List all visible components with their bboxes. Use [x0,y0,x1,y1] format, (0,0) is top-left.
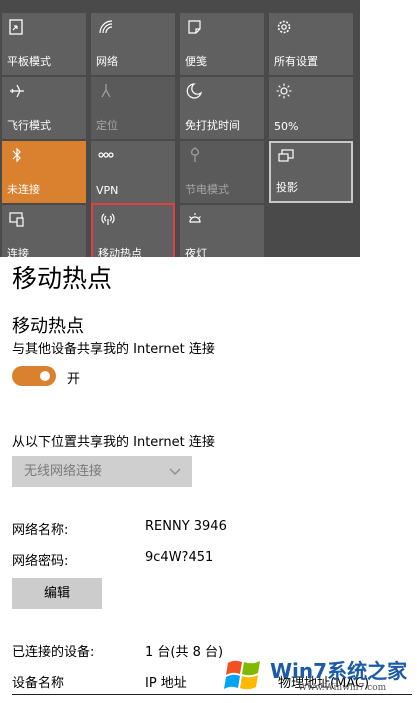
moon-icon [186,83,203,99]
quick-action-connect[interactable]: 连接 [2,205,86,257]
share-description: 与其他设备共享我的 Internet 连接 [12,342,215,357]
watermark-url: Www.Winwin7.com [298,683,387,693]
project-icon [278,149,294,162]
battery-saver-icon [191,147,199,162]
brightness-icon [276,83,292,99]
windows-logo-icon [224,660,260,690]
location-icon [101,84,111,98]
quick-action-battery-saver[interactable]: 节电模式 [180,141,264,203]
network-name-label: 网络名称: [12,523,69,538]
section-title: 移动热点 [12,316,84,337]
connect-icon [9,212,24,227]
quick-action-vpn[interactable]: VPN [91,141,175,203]
quick-action-note[interactable]: 便笺 [180,13,264,75]
hotspot-toggle[interactable] [12,366,56,386]
tablet-mode-icon [9,19,23,35]
action-center-panel: 平板模式 网络 便笺 所有设置 飞行模式 定位 免打扰时间 50% 未连接 VP… [0,0,360,257]
quick-action-bluetooth[interactable]: 未连接 [2,141,86,203]
quick-action-network[interactable]: 网络 [91,13,175,75]
column-ip-address: IP 地址 [145,676,187,691]
quick-action-location[interactable]: 定位 [91,77,175,139]
quick-action-night-light[interactable]: 夜灯 [180,205,264,257]
share-from-dropdown[interactable]: 无线网络连接 [12,456,192,487]
note-icon [188,20,201,34]
tile-label: 50% [274,120,299,133]
network-icon [99,20,113,34]
share-from-value: 无线网络连接 [24,464,103,479]
share-from-label: 从以下位置共享我的 Internet 连接 [12,435,215,450]
chevron-down-icon [169,468,181,475]
quick-action-brightness[interactable]: 50% [269,77,353,139]
tile-label: 免打扰时间 [185,119,240,132]
connected-devices-label: 已连接的设备: [12,645,95,660]
tile-label: 所有设置 [274,55,318,68]
toggle-knob [40,371,50,381]
quick-action-mobile-hotspot[interactable]: 移动热点 [91,203,175,257]
tile-label: 平板模式 [7,55,51,68]
edit-button[interactable]: 编辑 [12,578,102,609]
tile-label: 未连接 [7,183,40,196]
quick-action-tablet-mode[interactable]: 平板模式 [2,13,86,75]
tile-label: 投影 [276,181,298,194]
quick-action-project[interactable]: 投影 [269,141,353,203]
quick-action-airplane[interactable]: 飞行模式 [2,77,86,139]
gear-icon [277,20,291,34]
quick-action-quiet-hours[interactable]: 免打扰时间 [180,77,264,139]
column-device-name: 设备名称 [12,676,65,691]
tile-label: 便笺 [185,55,207,68]
watermark: Win7系统之家 Www.Winwin7.com [218,651,417,701]
tile-label: VPN [96,184,119,197]
toggle-state-label: 开 [67,372,81,387]
watermark-text: Win7系统之家 [270,659,408,683]
tile-label: 连接 [7,247,29,257]
quick-action-all-settings[interactable]: 所有设置 [269,13,353,75]
tile-label: 定位 [96,119,118,132]
network-password-label: 网络密码: [12,554,69,569]
tile-label: 网络 [96,55,118,68]
connected-devices-value: 1 台(共 8 台) [145,645,224,660]
network-name-value: RENNY 3946 [145,519,227,534]
vpn-icon [98,152,114,158]
page-title: 移动热点 [12,264,113,293]
bluetooth-icon [12,147,21,163]
tile-label: 节电模式 [185,183,229,196]
tile-label: 夜灯 [185,247,207,257]
network-password-value: 9c4W?451 [145,550,214,565]
hotspot-icon [101,213,115,225]
tile-label: 移动热点 [98,247,142,257]
night-light-icon [189,213,201,223]
airplane-icon [10,84,24,98]
tile-label: 飞行模式 [7,119,51,132]
